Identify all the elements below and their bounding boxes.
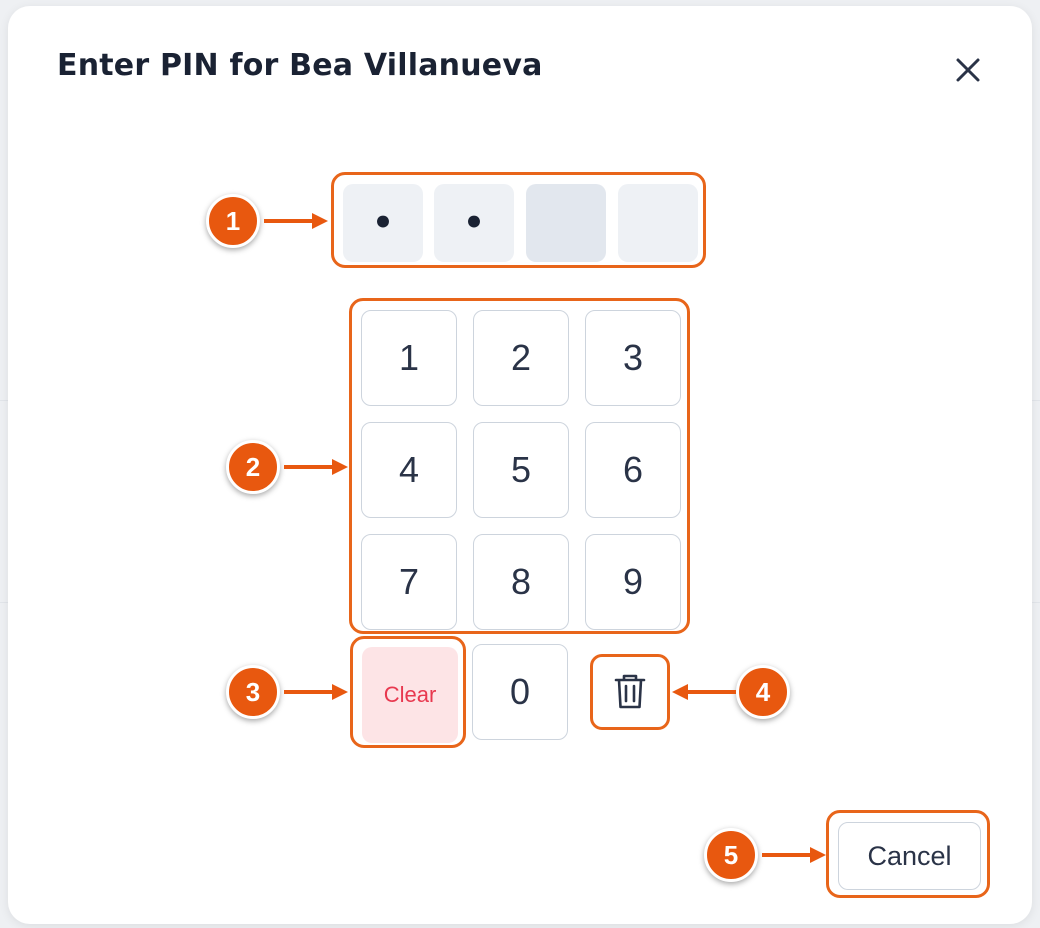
pin-display-highlight: • •	[331, 172, 706, 268]
pin-slot: •	[434, 184, 514, 262]
key-6[interactable]: 6	[585, 422, 681, 518]
keypad-highlight: 1 2 3 4 5 6 7 8 9	[349, 298, 690, 634]
annotation-marker-5: 5	[704, 828, 758, 882]
clear-highlight: Clear	[350, 636, 466, 748]
annotation-arrow-4	[672, 684, 736, 700]
key-4[interactable]: 4	[361, 422, 457, 518]
pin-slot: •	[343, 184, 423, 262]
close-icon	[956, 58, 980, 82]
key-9[interactable]: 9	[585, 534, 681, 630]
backspace-highlight	[590, 654, 670, 730]
annotation-arrow-3	[284, 684, 348, 700]
cancel-highlight: Cancel	[826, 810, 990, 898]
key-5[interactable]: 5	[473, 422, 569, 518]
annotation-arrow-5	[762, 847, 826, 863]
key-3[interactable]: 3	[585, 310, 681, 406]
annotation-arrow-1	[264, 213, 328, 229]
clear-button[interactable]: Clear	[362, 647, 458, 743]
annotation-arrow-2	[284, 459, 348, 475]
pin-slot-active	[526, 184, 606, 262]
backspace-button[interactable]	[601, 663, 659, 721]
close-button[interactable]	[950, 52, 986, 88]
key-2[interactable]: 2	[473, 310, 569, 406]
key-8[interactable]: 8	[473, 534, 569, 630]
annotation-marker-3: 3	[226, 665, 280, 719]
cancel-button[interactable]: Cancel	[838, 822, 981, 890]
dialog-title: Enter PIN for Bea Villanueva	[57, 48, 543, 83]
annotation-marker-4: 4	[736, 665, 790, 719]
key-1[interactable]: 1	[361, 310, 457, 406]
annotation-marker-1: 1	[206, 194, 260, 248]
key-7[interactable]: 7	[361, 534, 457, 630]
annotation-marker-2: 2	[226, 440, 280, 494]
pin-slot	[618, 184, 698, 262]
trash-icon	[614, 674, 646, 709]
key-0[interactable]: 0	[472, 644, 568, 740]
